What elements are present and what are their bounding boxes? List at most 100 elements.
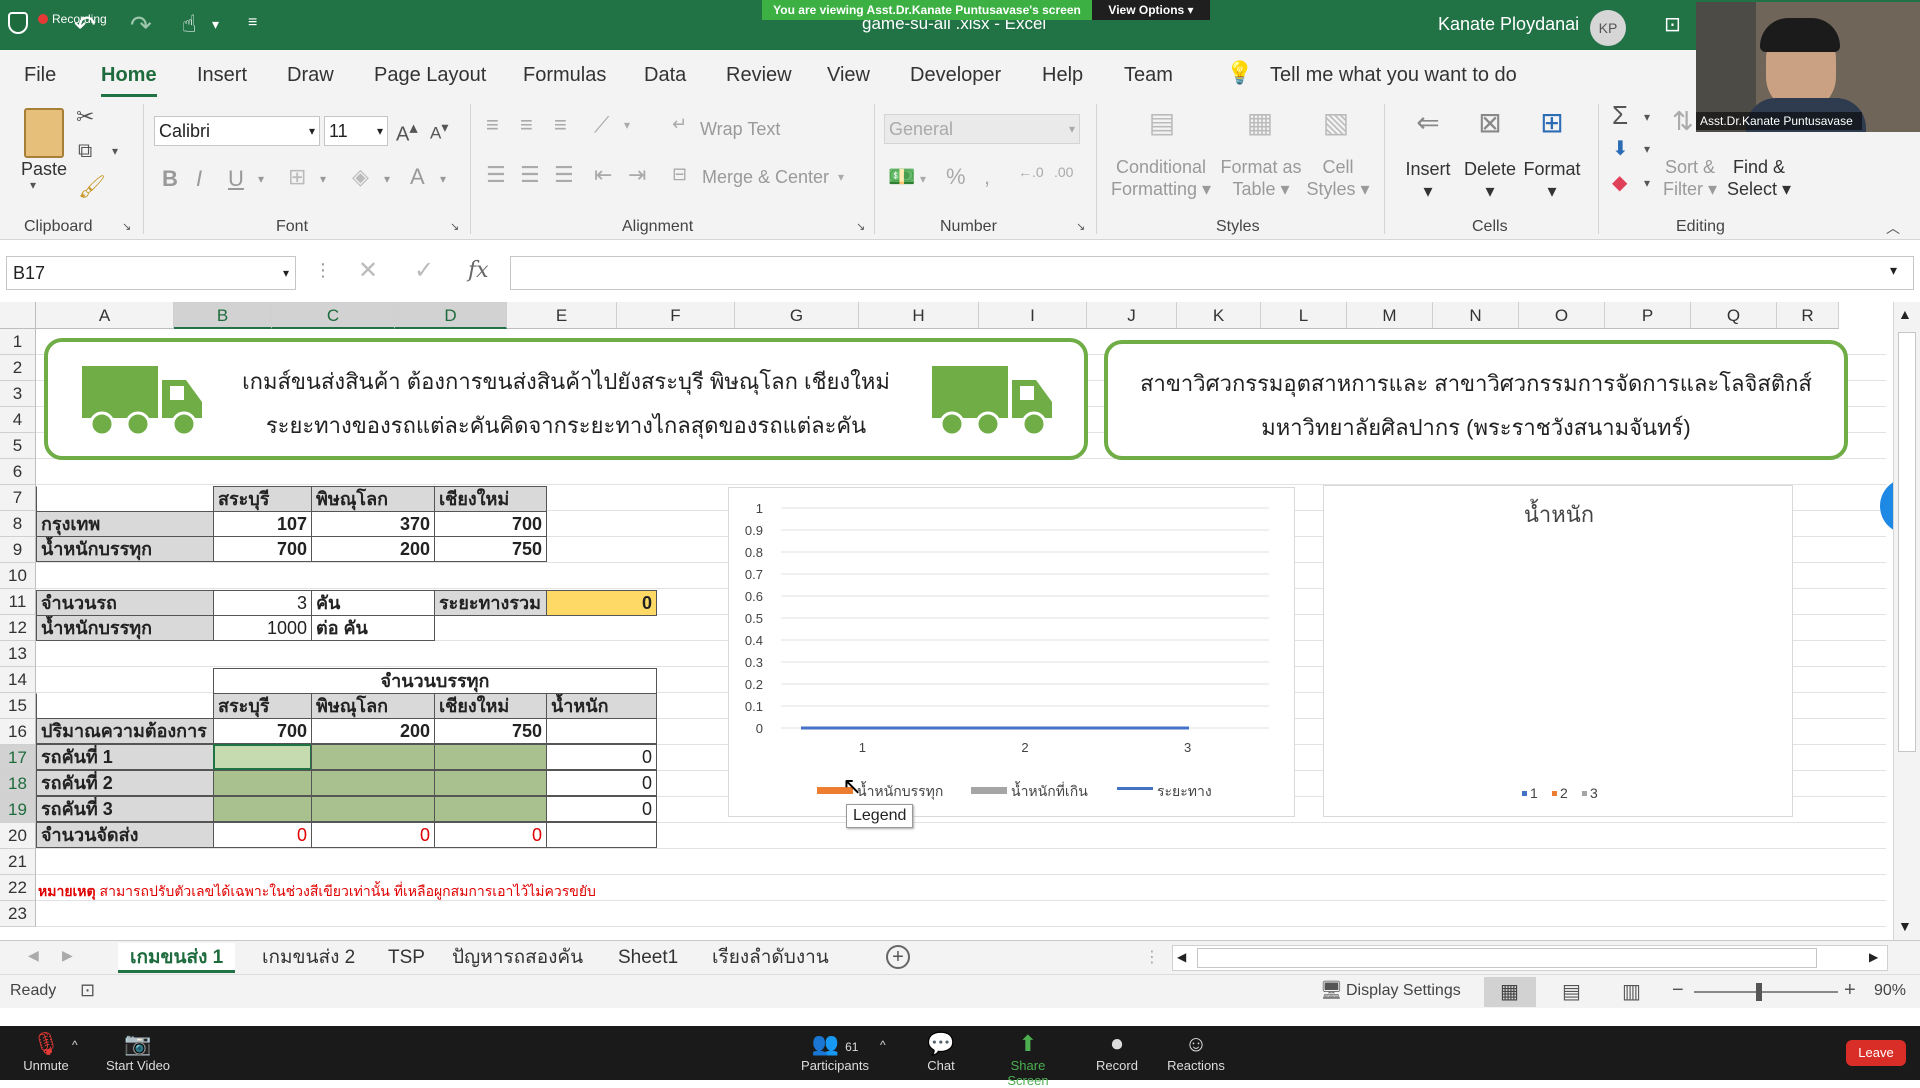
wrap-text-icon[interactable]: ↵ [672, 114, 687, 135]
align-top-icon[interactable]: ≡ [486, 112, 499, 138]
total-distance-value[interactable]: 0 [546, 590, 657, 616]
chevron-down-icon[interactable]: ▾ [838, 170, 844, 184]
scroll-up-icon[interactable]: ▲ [1898, 306, 1912, 322]
legend-swatch[interactable] [1522, 791, 1527, 796]
chevron-up-icon[interactable]: ^ [880, 1038, 886, 1052]
table3-header-saraburi[interactable]: สระบุรี [213, 693, 312, 719]
table3-corner[interactable] [36, 693, 214, 719]
zoom-level[interactable]: 90% [1874, 982, 1906, 1000]
align-middle-icon[interactable]: ≡ [520, 112, 533, 138]
legend-label[interactable]: ระยะทาง [1157, 783, 1212, 799]
expand-formula-bar-icon[interactable]: ▾ [1890, 262, 1897, 279]
chevron-down-icon[interactable]: ▾ [624, 118, 630, 132]
tab-page-layout[interactable]: Page Layout [374, 64, 486, 87]
tab-insert[interactable]: Insert [197, 64, 247, 87]
zoom-slider[interactable] [1694, 991, 1838, 993]
column-header-b[interactable]: B [174, 302, 272, 329]
next-sheet-icon[interactable]: ▶ [62, 947, 73, 964]
table1-row-label[interactable]: น้ำหนักบรรทุก [36, 536, 214, 562]
conditional-formatting-icon[interactable]: ▤ [1142, 106, 1182, 150]
row-header-12[interactable]: 12 [0, 615, 36, 641]
sort-filter-button[interactable]: Sort & Filter ▾ [1660, 156, 1720, 200]
row-header-9[interactable]: 9 [0, 537, 36, 563]
accounting-format-icon[interactable]: 💵 [888, 164, 915, 190]
input-cell-active[interactable] [213, 744, 312, 770]
conditional-formatting-button[interactable]: Conditional Formatting ▾ [1104, 156, 1218, 200]
zoom-in-icon[interactable]: + [1844, 979, 1856, 1002]
unmute-button[interactable]: 🎙 Unmute [14, 1030, 78, 1073]
table3-header-chiangmai[interactable]: เชียงใหม่ [434, 693, 547, 719]
chat-button[interactable]: 💬 Chat [916, 1030, 966, 1073]
shipped-label[interactable]: จำนวนจัดส่ง [36, 822, 214, 848]
sheet-tab[interactable]: เกมขนส่ง 1 [118, 943, 236, 973]
input-cell[interactable] [213, 796, 312, 822]
customize-toolbar-icon[interactable]: ≡ [248, 14, 257, 32]
load-unit[interactable]: ต่อ คัน [311, 615, 435, 641]
chevron-down-icon[interactable]: ▾ [440, 172, 446, 186]
fill-color-icon[interactable]: ◈ [352, 164, 369, 190]
insert-cells-button[interactable]: Insert ▾ [1400, 158, 1456, 202]
tab-review[interactable]: Review [726, 64, 792, 87]
delete-cells-button[interactable]: Delete ▾ [1462, 158, 1518, 202]
delete-cells-icon[interactable]: ⊠ [1468, 106, 1512, 150]
row-header-15[interactable]: 15 [0, 693, 36, 719]
scroll-down-icon[interactable]: ▼ [1898, 918, 1912, 934]
column-header-m[interactable]: M [1347, 302, 1433, 329]
tab-view[interactable]: View [827, 64, 870, 87]
demand-weight-cell[interactable] [546, 718, 657, 744]
name-box[interactable]: B17 ▾ [6, 256, 296, 290]
table1-row-label[interactable]: กรุงเทพ [36, 511, 214, 537]
trucks-label[interactable]: จำนวนรถ [36, 590, 214, 616]
column-header-i[interactable]: I [979, 302, 1087, 329]
table1-corner[interactable] [36, 486, 214, 512]
dialog-launcher-icon[interactable]: ↘ [122, 220, 131, 233]
format-cells-icon[interactable]: ⊞ [1530, 106, 1574, 150]
legend-label[interactable]: น้ำหนักที่เกิน [1011, 781, 1088, 799]
tab-file[interactable]: File [24, 64, 56, 87]
column-header-l[interactable]: L [1261, 302, 1347, 329]
column-header-g[interactable]: G [735, 302, 859, 329]
chevron-down-icon[interactable]: ▾ [212, 16, 219, 33]
decrease-indent-icon[interactable]: ⇤ [594, 162, 612, 188]
tab-developer[interactable]: Developer [910, 64, 1001, 87]
column-header-c[interactable]: C [272, 302, 395, 329]
chevron-down-icon[interactable]: ▾ [320, 172, 326, 186]
total-distance-label[interactable]: ระยะทางรวม [434, 590, 547, 616]
avatar[interactable]: KP [1590, 10, 1626, 46]
table3-header-weight[interactable]: น้ำหนัก [546, 693, 657, 719]
display-settings-button[interactable]: Display Settings [1346, 982, 1461, 1000]
table1-header-chiangmai[interactable]: เชียงใหม่ [434, 486, 547, 512]
sheet-tab[interactable]: เรียงลำดับงาน [700, 943, 841, 973]
participants-button[interactable]: 👥 61 Participants [794, 1030, 876, 1073]
legend-swatch[interactable] [1117, 787, 1153, 790]
increase-font-icon[interactable]: A▴ [396, 118, 418, 147]
font-name-select[interactable]: Calibri ▾ [154, 116, 320, 146]
input-cell[interactable] [311, 770, 435, 796]
cancel-icon[interactable]: ✕ [358, 256, 378, 285]
row-header-17[interactable]: 17 [0, 745, 36, 771]
demand-label[interactable]: ปริมาณความต้องการ [36, 718, 214, 744]
shipped-cell[interactable]: 0 [311, 822, 435, 848]
number-format-select[interactable]: General ▾ [884, 114, 1080, 144]
truck-row-label[interactable]: รถคันที่ 3 [36, 796, 214, 822]
table3-header-phitsanulok[interactable]: พิษณุโลก [311, 693, 435, 719]
load-group-header[interactable]: จำนวนบรรทุก [213, 668, 657, 694]
horizontal-scroll-thumb[interactable] [1197, 948, 1817, 968]
sheet-tab[interactable]: เกมขนส่ง 2 [250, 943, 367, 973]
increase-indent-icon[interactable]: ⇥ [628, 162, 646, 188]
undo-icon[interactable]: ↶ [74, 10, 96, 41]
legend-label[interactable]: 3 [1590, 785, 1598, 801]
table1-cell[interactable]: 370 [311, 511, 435, 537]
truck-weight-cell[interactable]: 0 [546, 744, 657, 770]
align-right-icon[interactable]: ☰ [554, 162, 574, 188]
truck-weight-cell[interactable]: 0 [546, 796, 657, 822]
chevron-down-icon[interactable]: ▾ [258, 172, 264, 186]
view-options-button[interactable]: View Options ▾ [1092, 0, 1210, 20]
sheet-tab[interactable]: TSP [376, 943, 437, 973]
format-painter-icon[interactable]: 🖌 [78, 174, 106, 200]
input-cell[interactable] [213, 770, 312, 796]
column-header-j[interactable]: J [1087, 302, 1177, 329]
shipped-cell[interactable]: 0 [434, 822, 547, 848]
row-header-10[interactable]: 10 [0, 563, 36, 589]
input-cell[interactable] [434, 796, 547, 822]
